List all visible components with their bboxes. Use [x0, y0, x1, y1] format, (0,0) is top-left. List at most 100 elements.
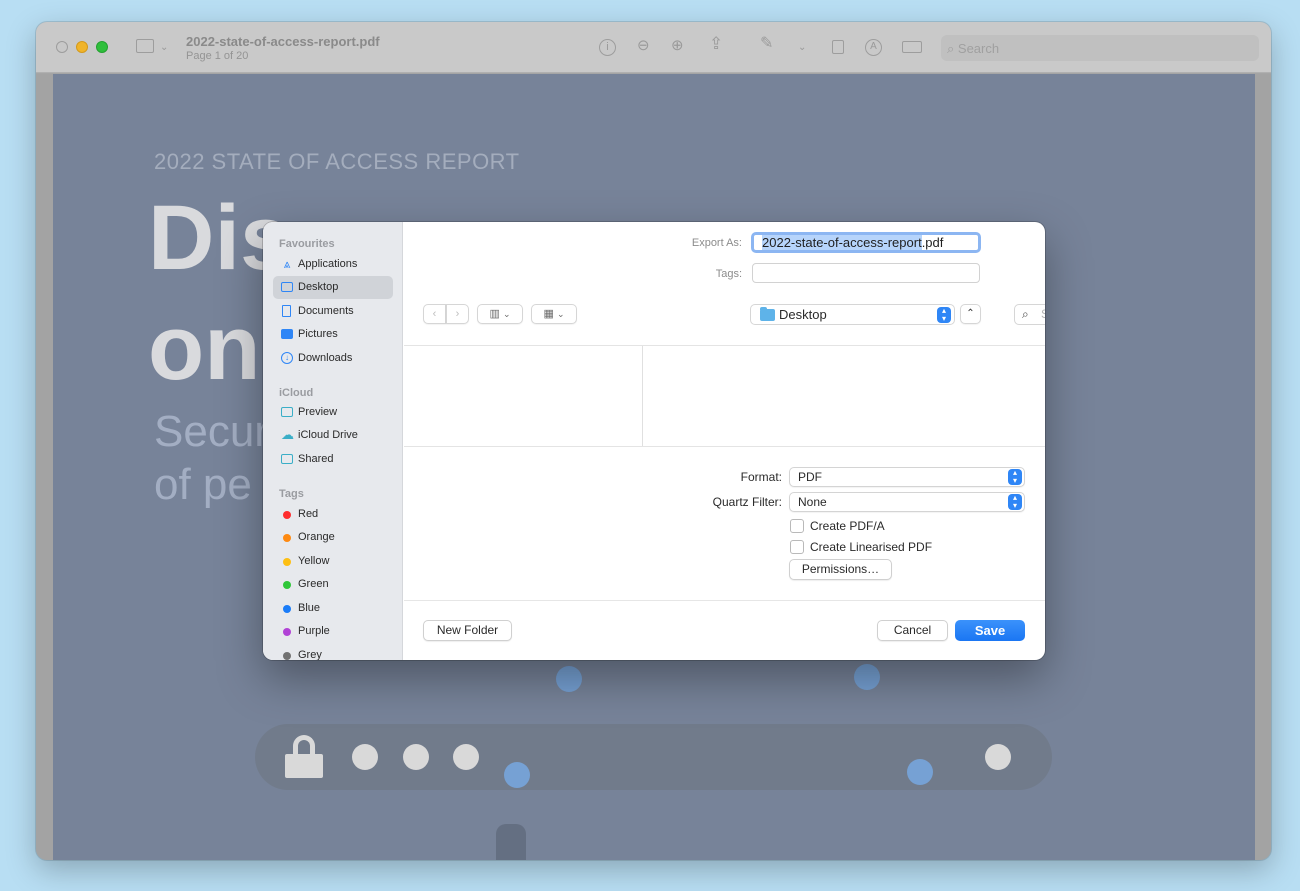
sidebar-item-label: Orange: [298, 531, 335, 543]
search-placeholder: Search: [1041, 307, 1045, 321]
toolbar-search-field[interactable]: ⌕ Search: [941, 35, 1259, 61]
page-indicator: Page 1 of 20: [186, 50, 249, 62]
footer-divider: [404, 600, 1045, 601]
sidebar-item-label: Purple: [298, 625, 330, 637]
format-label: Format:: [740, 470, 782, 484]
sidebar-item-preview[interactable]: Preview: [273, 401, 393, 424]
dialog-main: Export As: 2022-state-of-access-report.p…: [404, 222, 1045, 660]
favourites-heading: Favourites: [279, 238, 335, 250]
sidebar-tag-grey[interactable]: Grey: [273, 644, 393, 660]
popup-stepper-icon: ▴ ▾: [937, 307, 951, 323]
sidebar-tag-green[interactable]: Green: [273, 573, 393, 596]
file-browser[interactable]: [404, 345, 1045, 447]
sidebar-item-label: Yellow: [298, 555, 330, 567]
subtitle-line1: Secur: [154, 407, 269, 456]
quartz-filter-popup[interactable]: None ▴ ▾: [789, 492, 1025, 512]
location-value: Desktop: [779, 307, 827, 322]
sidebar-item-applications[interactable]: ⩓ Applications: [273, 253, 393, 276]
sidebar-item-label: Documents: [298, 305, 354, 317]
share-icon[interactable]: ⇪: [709, 35, 723, 52]
pictures-icon: [281, 329, 293, 339]
password-dot: [403, 744, 429, 770]
minimize-window-button[interactable]: [76, 41, 88, 53]
tag-color-dot: [283, 581, 291, 589]
decorative-blue-dot: [854, 664, 880, 690]
sidebar-item-shared[interactable]: Shared: [273, 448, 393, 471]
sidebar-item-pictures[interactable]: Pictures: [273, 323, 393, 346]
dialog-sidebar: Favourites ⩓ Applications Desktop Docume…: [263, 222, 403, 660]
close-window-button[interactable]: [56, 41, 68, 53]
document-icon: [282, 305, 291, 317]
forward-button[interactable]: ›: [446, 304, 469, 324]
scrollbar-gutter[interactable]: [1255, 74, 1271, 860]
sidebar-toggle-icon[interactable]: [136, 39, 154, 53]
export-as-label: Export As:: [691, 237, 742, 249]
cloud-icon: ☁: [281, 427, 294, 442]
signature-icon[interactable]: [902, 41, 922, 53]
permissions-button[interactable]: Permissions…: [789, 559, 892, 580]
desktop-folder-icon: [760, 307, 775, 321]
tags-field[interactable]: [752, 263, 980, 283]
column-divider[interactable]: [642, 346, 643, 446]
sidebar-item-label: Downloads: [298, 352, 353, 364]
zoom-in-icon[interactable]: ⊕: [671, 38, 684, 54]
sidebar-tag-blue[interactable]: Blue: [273, 597, 393, 620]
cancel-button[interactable]: Cancel: [877, 620, 948, 641]
popup-stepper-icon: ▴ ▾: [1008, 469, 1022, 485]
chevron-down-icon: ⌄: [556, 309, 565, 319]
sidebar-tag-red[interactable]: Red: [273, 503, 393, 526]
title-bar: ⌄ 2022-state-of-access-report.pdf Page 1…: [36, 22, 1271, 73]
shared-folder-icon: [281, 454, 293, 464]
sidebar-item-downloads[interactable]: ↓ Downloads: [273, 347, 393, 370]
create-pdfa-label: Create PDF/A: [810, 519, 885, 533]
grid-icon: ▦: [543, 308, 554, 320]
sidebar-item-label: Green: [298, 578, 329, 590]
expand-collapse-button[interactable]: ⌃: [960, 304, 981, 324]
back-button[interactable]: ‹: [423, 304, 446, 324]
tags-label: Tags:: [715, 268, 742, 280]
tag-color-dot: [283, 534, 291, 542]
search-placeholder: Search: [957, 41, 1000, 56]
save-button[interactable]: Save: [955, 620, 1025, 641]
sidebar-item-icloud-drive[interactable]: ☁ iCloud Drive: [273, 424, 393, 447]
new-folder-button[interactable]: New Folder: [423, 620, 512, 641]
create-pdfa-checkbox[interactable]: [790, 519, 804, 533]
markup-pen-icon[interactable]: ✎: [760, 36, 773, 52]
annotate-icon[interactable]: A: [865, 39, 882, 56]
chevron-down-icon: ⌄: [502, 309, 511, 319]
info-icon[interactable]: i: [599, 39, 616, 56]
export-dialog: Favourites ⩓ Applications Desktop Docume…: [263, 222, 1045, 660]
tag-color-dot: [283, 511, 291, 519]
sidebar-item-desktop[interactable]: Desktop: [273, 276, 393, 299]
chevron-down-icon[interactable]: ⌄: [160, 40, 168, 56]
export-as-extension: .pdf: [921, 235, 944, 250]
dialog-search-field[interactable]: ⌕ Search: [1014, 304, 1045, 325]
format-popup[interactable]: PDF ▴ ▾: [789, 467, 1025, 487]
search-icon: ⌕: [1022, 307, 1029, 321]
zoom-window-button[interactable]: [96, 41, 108, 53]
lock-icon: [285, 754, 323, 778]
tag-color-dot: [283, 605, 291, 613]
sidebar-item-label: Blue: [298, 602, 321, 614]
location-popup[interactable]: Desktop ▴ ▾: [750, 304, 955, 325]
create-linearised-checkbox[interactable]: [790, 540, 804, 554]
rotate-icon[interactable]: [832, 40, 844, 54]
sidebar-item-documents[interactable]: Documents: [273, 300, 393, 323]
sidebar-tag-orange[interactable]: Orange: [273, 526, 393, 549]
chevron-down-icon[interactable]: ⌄: [798, 40, 806, 56]
sidebar-item-label: Red: [298, 508, 319, 520]
document-title: 2022-state-of-access-report.pdf: [186, 34, 380, 49]
decorative-blue-dot: [556, 666, 582, 692]
sidebar-item-label: Preview: [298, 406, 338, 418]
icloud-heading: iCloud: [279, 387, 314, 399]
sidebar-tag-purple[interactable]: Purple: [273, 620, 393, 643]
sidebar-item-label: iCloud Drive: [298, 429, 358, 441]
sidebar-item-label: Pictures: [298, 328, 338, 340]
sidebar-item-label: Shared: [298, 453, 334, 465]
zoom-out-icon[interactable]: ⊖: [637, 38, 650, 54]
sidebar-tag-yellow[interactable]: Yellow: [273, 550, 393, 573]
column-view-button[interactable]: ▥ ⌄: [477, 304, 523, 324]
group-view-button[interactable]: ▦ ⌄: [531, 304, 577, 324]
password-dot: [453, 744, 479, 770]
export-as-field[interactable]: 2022-state-of-access-report.pdf: [751, 232, 981, 253]
